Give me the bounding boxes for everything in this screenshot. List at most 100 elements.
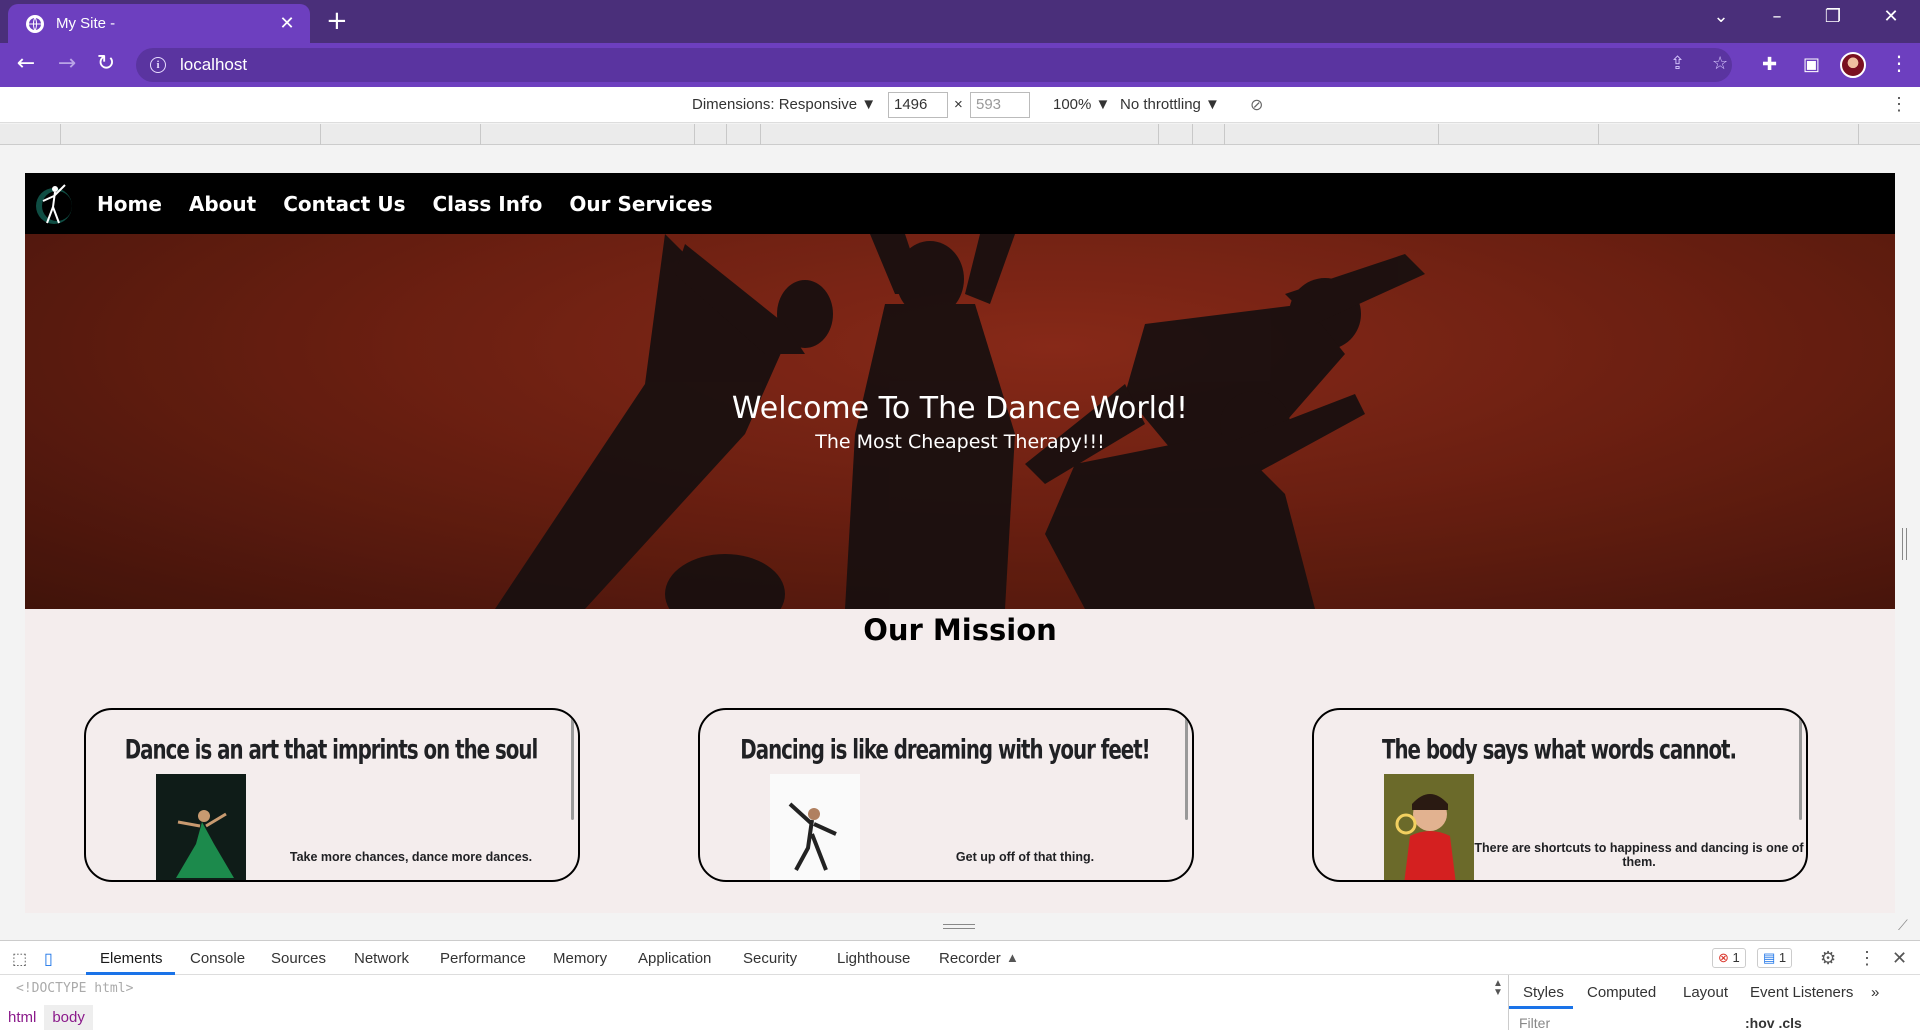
nav-contact-us[interactable]: Contact Us <box>283 192 405 216</box>
card-scrollbar[interactable] <box>1185 714 1188 820</box>
nav-about[interactable]: About <box>189 192 256 216</box>
crumb-body[interactable]: body <box>44 1004 93 1030</box>
rotate-icon[interactable]: ⊘ <box>1250 95 1263 115</box>
card-heading: Dance is an art that imprints on the sou… <box>124 735 538 766</box>
tab-styles[interactable]: Styles <box>1523 984 1564 1001</box>
chevron-down-icon[interactable]: ⌄ <box>1706 6 1736 27</box>
viewport-resize-handle-bottom[interactable] <box>943 924 975 929</box>
height-input[interactable]: 593 <box>970 92 1030 118</box>
tab-sources[interactable]: Sources <box>271 950 326 967</box>
card-text: Take more chances, dance more dances. <box>289 850 533 864</box>
error-count: 1 <box>1732 950 1740 965</box>
mission-card: The body says what words cannot. There a… <box>1312 708 1808 882</box>
tab-computed[interactable]: Computed <box>1587 984 1656 1001</box>
active-tab-indicator <box>86 972 175 975</box>
plus-icon[interactable]: + <box>326 8 348 34</box>
tab-memory[interactable]: Memory <box>553 950 607 967</box>
minimize-icon[interactable]: – <box>1762 6 1792 27</box>
restore-icon[interactable]: ❐ <box>1818 6 1848 27</box>
gear-icon[interactable]: ⚙ <box>1820 948 1836 969</box>
devtools-panel: ⬚ ▯ Elements Console Sources Network Per… <box>0 940 1920 1030</box>
back-icon[interactable]: ← <box>12 51 40 76</box>
mission-title: Our Mission <box>863 613 1057 647</box>
card-scrollbar[interactable] <box>571 714 574 820</box>
styles-pane: Styles Computed Layout Event Listeners »… <box>1508 975 1920 1030</box>
crumb-html[interactable]: html <box>0 1005 44 1030</box>
card-scrollbar[interactable] <box>1799 714 1802 820</box>
share-icon[interactable]: ⇪ <box>1670 53 1685 74</box>
error-badge[interactable]: ⊗ 1 <box>1712 948 1746 968</box>
avatar[interactable] <box>1840 52 1866 78</box>
throttling-dropdown[interactable]: No throttling ▼ <box>1120 96 1220 113</box>
message-count: 1 <box>1778 950 1787 965</box>
more-tabs-icon[interactable]: » <box>1871 984 1879 1001</box>
ruler-tick <box>760 124 761 145</box>
styles-filter-input[interactable]: Filter <box>1519 1015 1550 1030</box>
devtools-kebab-icon[interactable]: ⋮ <box>1858 948 1876 969</box>
tab-event-listeners[interactable]: Event Listeners <box>1750 984 1853 1001</box>
hero-title: Welcome To The Dance World! <box>731 391 1189 426</box>
dancer-logo-icon[interactable] <box>33 179 75 229</box>
forward-icon[interactable]: → <box>53 51 81 76</box>
width-input[interactable]: 1496 <box>888 92 948 118</box>
media-query-ruler[interactable] <box>0 124 1920 145</box>
ruler-tick <box>726 124 727 145</box>
nav-class-info[interactable]: Class Info <box>432 192 542 216</box>
ruler-tick <box>320 124 321 145</box>
tab-application[interactable]: Application <box>638 950 711 967</box>
ruler-tick <box>1158 124 1159 145</box>
tab-console[interactable]: Console <box>190 950 245 967</box>
hero-banner: Welcome To The Dance World! The Most Che… <box>25 234 1895 609</box>
tab-security[interactable]: Security <box>743 950 797 967</box>
viewport-resize-handle-right[interactable] <box>1902 528 1907 560</box>
tab-lighthouse[interactable]: Lighthouse <box>837 950 910 967</box>
star-icon[interactable]: ☆ <box>1712 53 1728 74</box>
hero-subtitle: The Most Cheapest Therapy!!! <box>815 431 1105 453</box>
url-text: localhost <box>180 55 248 74</box>
card-text: There are shortcuts to happiness and dan… <box>1474 841 1804 869</box>
reload-icon[interactable]: ↻ <box>92 51 120 76</box>
sidepanel-icon[interactable]: ▣ <box>1803 54 1820 75</box>
device-menu-icon[interactable]: ⋮ <box>1890 94 1908 115</box>
puzzle-icon[interactable]: ✚ <box>1762 54 1777 75</box>
zoom-dropdown[interactable]: 100% ▼ <box>1053 96 1110 113</box>
browser-tab[interactable]: My Site - ✕ <box>8 4 310 43</box>
info-icon[interactable]: i <box>150 57 166 73</box>
ruler-tick <box>1224 124 1225 145</box>
recorder-flask-icon: ▲ <box>1006 950 1019 965</box>
close-icon[interactable]: ✕ <box>276 13 298 34</box>
tab-title: My Site - <box>56 15 116 32</box>
ruler-tick <box>480 124 481 145</box>
card-image-red-dancer <box>1384 774 1474 880</box>
ruler-tick <box>694 124 695 145</box>
globe-icon <box>26 14 44 33</box>
dom-scroll-arrows-icon[interactable]: ▲ ▼ <box>1493 979 1503 998</box>
device-toggle-icon[interactable]: ▯ <box>44 949 53 969</box>
tab-layout[interactable]: Layout <box>1683 984 1728 1001</box>
dom-tree-line[interactable]: <!DOCTYPE html> <box>16 981 133 996</box>
card-text: Get up off of that thing. <box>955 850 1095 864</box>
resize-corner-icon[interactable]: ⟋ <box>1898 918 1908 934</box>
nav-home[interactable]: Home <box>97 192 162 216</box>
nav-our-services[interactable]: Our Services <box>569 192 712 216</box>
kebab-icon[interactable]: ⋮ <box>1889 51 1909 75</box>
message-icon: ▤ <box>1763 950 1776 965</box>
window-close-icon[interactable]: ✕ <box>1876 6 1906 27</box>
error-icon: ⊗ <box>1718 950 1729 965</box>
inspect-icon[interactable]: ⬚ <box>12 949 27 969</box>
breadcrumb: html body <box>0 1003 93 1030</box>
tab-performance[interactable]: Performance <box>440 950 526 967</box>
message-badge[interactable]: ▤ 1 <box>1757 948 1793 968</box>
address-bar[interactable]: i localhost <box>136 48 1732 82</box>
devtools-close-icon[interactable]: ✕ <box>1892 948 1907 969</box>
ruler-tick <box>1192 124 1193 145</box>
tab-elements[interactable]: Elements <box>100 950 163 967</box>
mission-card: Dancing is like dreaming with your feet!… <box>698 708 1194 882</box>
tab-recorder[interactable]: Recorder <box>939 950 1001 967</box>
hov-cls-toggle[interactable]: :hov .cls <box>1745 1015 1802 1030</box>
card-heading: The body says what words cannot. <box>1381 735 1737 766</box>
card-heading: Dancing is like dreaming with your feet! <box>740 735 1150 766</box>
dimensions-dropdown[interactable]: Dimensions: Responsive ▼ <box>692 96 876 113</box>
tab-network[interactable]: Network <box>354 950 409 967</box>
site-navbar: Home About Contact Us Class Info Our Ser… <box>25 173 1895 234</box>
